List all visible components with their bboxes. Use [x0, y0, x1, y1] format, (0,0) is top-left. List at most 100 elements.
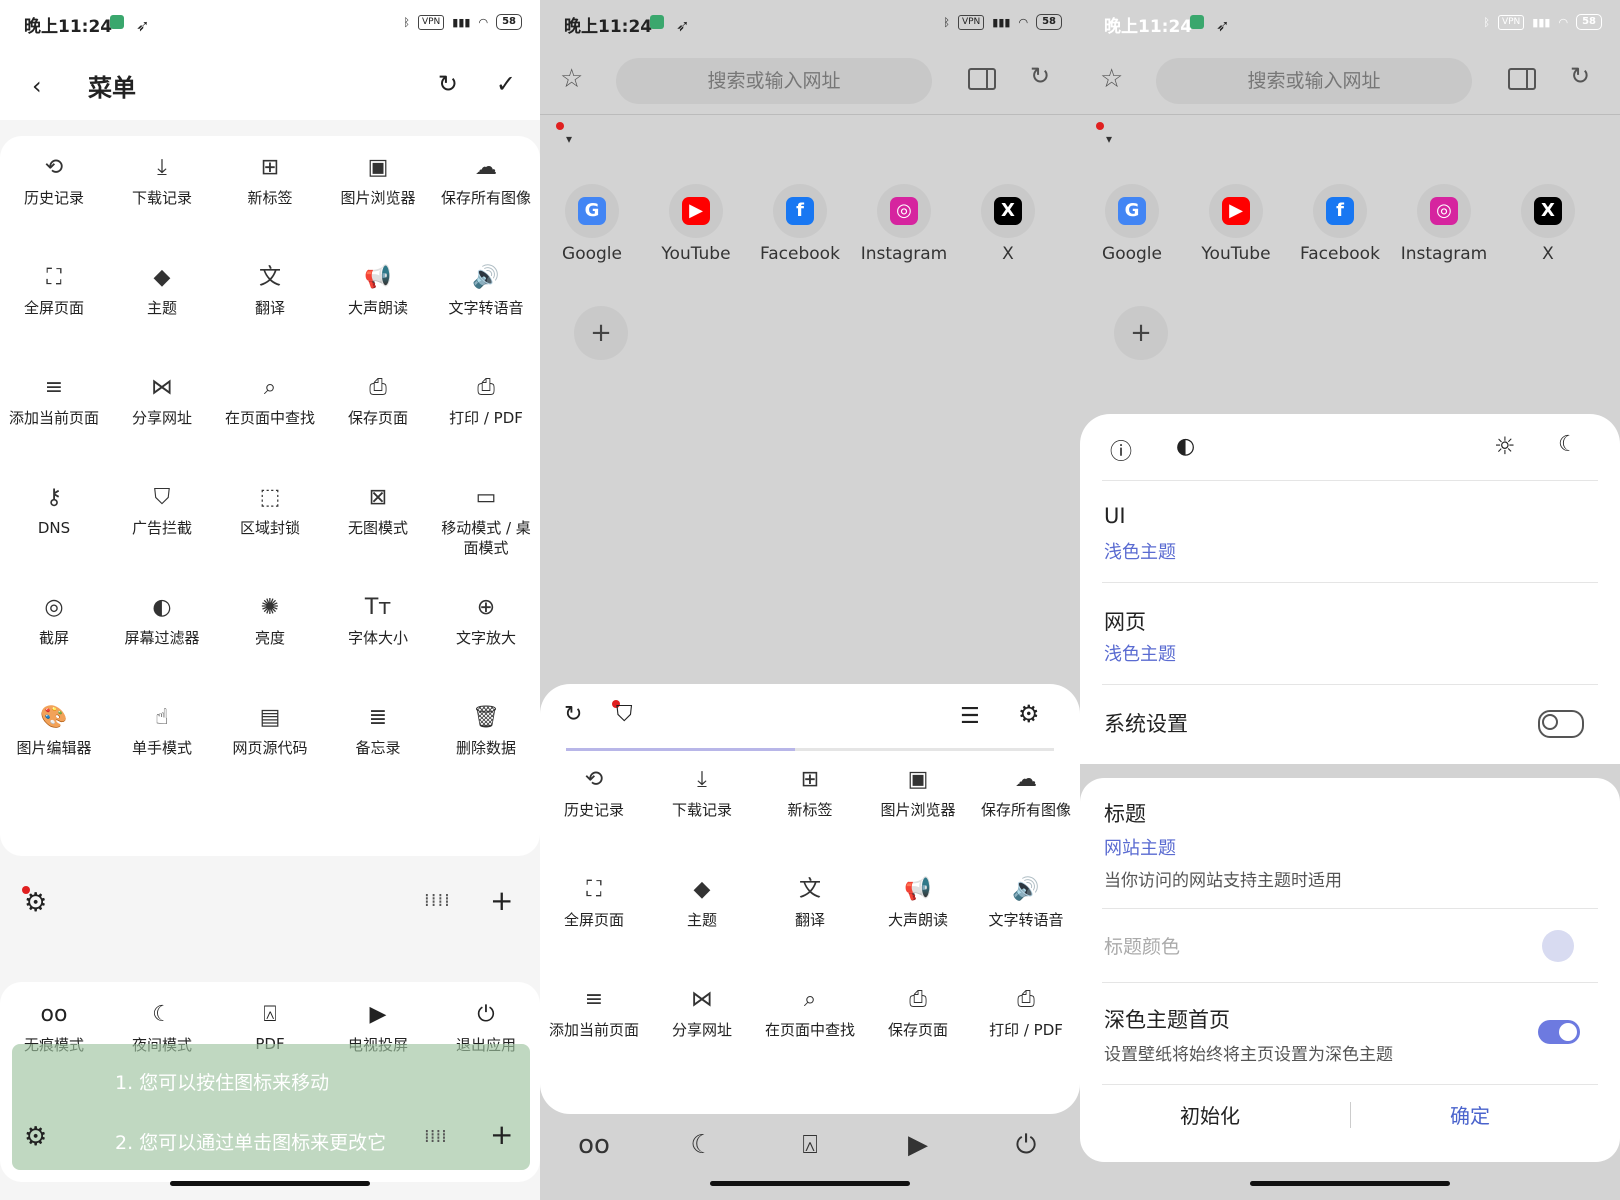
bookmark-star-icon[interactable]: ☆ — [1100, 64, 1123, 94]
menu-item[interactable]: ☝ 单手模式 — [108, 692, 216, 802]
grid-dots-icon[interactable]: ⁞⁞⁞⁞ — [424, 890, 451, 911]
menu-item[interactable]: ⊕ 文字放大 — [432, 582, 540, 692]
add-icon[interactable]: + — [490, 884, 513, 917]
menu-item[interactable]: 🎨 图片编辑器 — [0, 692, 108, 802]
moon-icon[interactable]: ☾ — [648, 1110, 756, 1180]
shortcut-facebook[interactable]: f Facebook — [1288, 180, 1392, 300]
menu-item[interactable]: ⚷ DNS — [0, 472, 108, 582]
menu-item[interactable]: 📢 大声朗读 — [324, 252, 432, 362]
contrast-icon[interactable]: ◐ — [1176, 434, 1195, 459]
menu-item[interactable]: 🔊 文字转语音 — [432, 252, 540, 362]
settings-gear-icon[interactable]: ⚙ — [24, 888, 47, 918]
header-theme-value[interactable]: 网站主题 — [1104, 834, 1176, 860]
menu-item[interactable]: ◐ 屏幕过滤器 — [108, 582, 216, 692]
sync-icon[interactable]: ↻ — [564, 702, 582, 727]
menu-item[interactable]: ▣ 图片浏览器 — [864, 754, 972, 864]
header-theme-title[interactable]: 标题 — [1104, 798, 1146, 828]
shortcut-x[interactable]: XX — [956, 180, 1060, 300]
grid-dots-icon[interactable]: ⁞⁞⁞⁞ — [424, 1126, 447, 1147]
ui-theme-title[interactable]: UI — [1104, 504, 1126, 528]
dark-home-toggle[interactable] — [1538, 1020, 1580, 1044]
web-theme-value[interactable]: 浅色主题 — [1104, 640, 1176, 666]
menu-item[interactable]: ⤓ 下载记录 — [108, 142, 216, 252]
add-shortcut-button[interactable]: + — [574, 306, 628, 360]
menu-item[interactable]: ▣ 图片浏览器 — [324, 142, 432, 252]
list-view-icon[interactable]: ☰ — [960, 704, 980, 729]
shortcut-instagram[interactable]: ◎ Instagram — [852, 180, 956, 300]
menu-item[interactable]: ⟲ 历史记录 — [540, 754, 648, 864]
menu-item[interactable]: ☁ 保存所有图像 — [432, 142, 540, 252]
menu-item[interactable]: ≡ 添加当前页面 — [0, 362, 108, 472]
ui-theme-value[interactable]: 浅色主题 — [1104, 538, 1176, 564]
menu-item[interactable]: ⌕ 在页面中查找 — [216, 362, 324, 472]
shortcut-youtube[interactable]: ▶ YouTube — [1184, 180, 1288, 300]
menu-item[interactable]: ⋈ 分享网址 — [108, 362, 216, 472]
reload-icon[interactable]: ↻ — [1570, 62, 1590, 90]
incognito-icon[interactable]: oo — [540, 1110, 648, 1180]
shield-check-icon[interactable]: ⛉ — [616, 702, 633, 727]
menu-item[interactable]: ≡ 添加当前页面 — [540, 974, 648, 1084]
menu-item[interactable]: ◎ 截屏 — [0, 582, 108, 692]
shortcut-google[interactable]: G Google — [540, 180, 644, 300]
menu-item[interactable]: ⊞ 新标签 — [756, 754, 864, 864]
search-input[interactable]: 搜索或输入网址 — [1156, 58, 1472, 104]
menu-item[interactable]: ✺ 亮度 — [216, 582, 324, 692]
profile-selector[interactable]: ▾ — [1080, 120, 1620, 160]
shortcut-facebook[interactable]: f Facebook — [748, 180, 852, 300]
help-icon[interactable]: ⓘ — [1110, 434, 1132, 466]
tabs-icon[interactable] — [1508, 68, 1536, 90]
menu-item[interactable]: ⎙ 保存页面 — [324, 362, 432, 472]
shortcut-youtube[interactable]: ▶ YouTube — [644, 180, 748, 300]
menu-item[interactable]: 🔊 文字转语音 — [972, 864, 1080, 974]
shortcut-google[interactable]: G Google — [1080, 180, 1184, 300]
reload-icon[interactable]: ↻ — [1030, 62, 1050, 90]
moon-icon[interactable]: ☾ — [1558, 432, 1578, 457]
system-settings-toggle[interactable] — [1538, 710, 1584, 738]
shortcut-instagram[interactable]: ◎ Instagram — [1392, 180, 1496, 300]
menu-item[interactable]: ▤ 网页源代码 — [216, 692, 324, 802]
menu-item[interactable]: ⌕ 在页面中查找 — [756, 974, 864, 1084]
search-input[interactable]: 搜索或输入网址 — [616, 58, 932, 104]
bookmark-star-icon[interactable]: ☆ — [560, 64, 583, 94]
menu-item[interactable]: ⊠ 无图模式 — [324, 472, 432, 582]
menu-item[interactable]: ◆ 主题 — [648, 864, 756, 974]
dropdown-caret-icon[interactable]: ▾ — [1106, 132, 1112, 146]
confirm-icon[interactable]: ✓ — [496, 70, 516, 98]
tabs-icon[interactable] — [968, 68, 996, 90]
menu-item[interactable]: Tт 字体大小 — [324, 582, 432, 692]
menu-item[interactable]: ⛶ 全屏页面 — [540, 864, 648, 974]
menu-item[interactable]: ⤓ 下载记录 — [648, 754, 756, 864]
menu-item[interactable]: 文翻译 — [216, 252, 324, 362]
menu-item[interactable]: ⛉ 广告拦截 — [108, 472, 216, 582]
shortcut-x[interactable]: XX — [1496, 180, 1600, 300]
menu-item[interactable]: ⊞ 新标签 — [216, 142, 324, 252]
menu-item[interactable]: ⋈ 分享网址 — [648, 974, 756, 1084]
reset-button[interactable]: 初始化 — [1180, 1100, 1240, 1129]
confirm-button[interactable]: 确定 — [1450, 1100, 1490, 1129]
menu-item[interactable]: ☁ 保存所有图像 — [972, 754, 1080, 864]
profile-selector[interactable]: ▾ — [540, 120, 1080, 160]
menu-item[interactable]: ⟲ 历史记录 — [0, 142, 108, 252]
settings-gear-icon[interactable]: ⚙ — [24, 1122, 47, 1152]
settings-gear-icon[interactable]: ⚙ — [1018, 700, 1040, 728]
menu-item[interactable]: 🗑 删除数据 — [432, 692, 540, 802]
cast-icon[interactable]: ▶ — [864, 1110, 972, 1180]
sun-icon[interactable]: ☼ — [1494, 432, 1516, 460]
menu-item[interactable]: ⬚ 区域封锁 — [216, 472, 324, 582]
add-icon[interactable]: + — [490, 1118, 513, 1151]
menu-item[interactable]: 📢 大声朗读 — [864, 864, 972, 974]
menu-item[interactable]: ⎙ 打印 / PDF — [972, 974, 1080, 1084]
power-icon[interactable]: ⏻ — [972, 1110, 1080, 1180]
menu-item[interactable]: 文翻译 — [756, 864, 864, 974]
reset-icon[interactable]: ↻ — [438, 70, 458, 98]
web-theme-title[interactable]: 网页 — [1104, 606, 1146, 636]
menu-item[interactable]: ⎙ 保存页面 — [864, 974, 972, 1084]
menu-item[interactable]: ▭ 移动模式 / 桌面模式 — [432, 472, 540, 582]
add-shortcut-button[interactable]: + — [1114, 306, 1168, 360]
menu-item[interactable]: ◆ 主题 — [108, 252, 216, 362]
dropdown-caret-icon[interactable]: ▾ — [566, 132, 572, 146]
menu-item[interactable]: ⎙ 打印 / PDF — [432, 362, 540, 472]
pdf-icon[interactable]: ⍓ — [756, 1110, 864, 1180]
menu-item[interactable]: ⛶ 全屏页面 — [0, 252, 108, 362]
back-icon[interactable]: ‹ — [32, 72, 42, 100]
